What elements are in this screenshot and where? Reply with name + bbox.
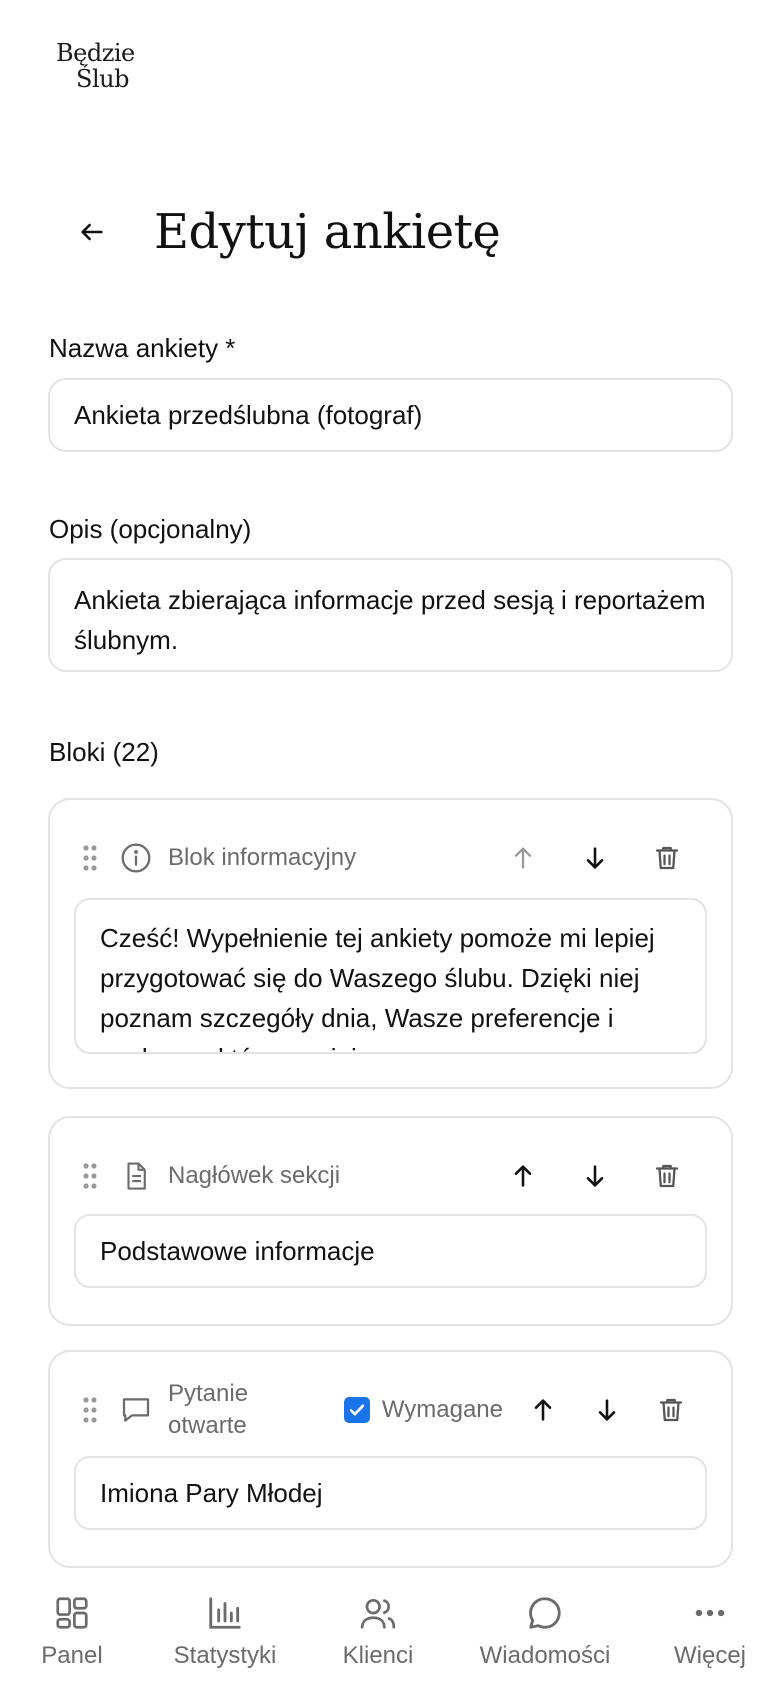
block-header: Blok informacyjny bbox=[78, 834, 703, 882]
nav-item-stats[interactable]: Statystyki bbox=[160, 1578, 290, 1670]
chat-bubble-icon bbox=[118, 1392, 154, 1428]
brand-logo-line1: Będzie bbox=[56, 39, 135, 67]
block-card-section-header: Nagłówek sekcji Podstawowe informacje bbox=[48, 1116, 733, 1326]
survey-description-label: Opis (opcjonalny) bbox=[49, 514, 252, 544]
survey-name-input[interactable]: Ankieta przedślubna (fotograf) bbox=[48, 378, 733, 452]
survey-name-label: Nazwa ankiety * bbox=[49, 333, 236, 363]
block-header: Pytanie otwarte Wymagane bbox=[78, 1378, 703, 1442]
nav-item-messages[interactable]: Wiadomości bbox=[466, 1578, 624, 1670]
drag-handle-icon[interactable] bbox=[78, 842, 102, 874]
move-down-button[interactable] bbox=[559, 834, 631, 882]
arrow-left-icon bbox=[81, 223, 103, 241]
nav-label-clients: Klienci bbox=[342, 1642, 414, 1669]
delete-block-button[interactable] bbox=[631, 1152, 703, 1200]
bar-chart-icon bbox=[206, 1578, 244, 1632]
message-icon bbox=[526, 1578, 564, 1632]
info-icon bbox=[118, 840, 154, 876]
move-up-button[interactable] bbox=[487, 834, 559, 882]
users-icon bbox=[358, 1578, 398, 1632]
move-up-button[interactable] bbox=[487, 1152, 559, 1200]
block-type-label: Blok informacyjny bbox=[168, 844, 357, 871]
drag-handle-icon[interactable] bbox=[78, 1394, 102, 1426]
delete-block-button[interactable] bbox=[631, 834, 703, 882]
block-type-label: Pytanie otwarte bbox=[168, 1380, 249, 1439]
grid-icon bbox=[53, 1578, 91, 1632]
arrow-up-icon bbox=[514, 847, 532, 869]
blocks-count-label: Bloki (22) bbox=[49, 737, 159, 767]
move-down-button[interactable] bbox=[575, 1386, 639, 1434]
more-icon bbox=[691, 1578, 729, 1632]
nav-label-more: Więcej bbox=[673, 1642, 746, 1669]
required-checkbox[interactable] bbox=[343, 1397, 370, 1423]
block-type-label: Nagłówek sekcji bbox=[168, 1162, 341, 1189]
required-label: Wymagane bbox=[381, 1396, 503, 1423]
move-down-button[interactable] bbox=[559, 1152, 631, 1200]
document-icon bbox=[118, 1158, 154, 1194]
block-header: Nagłówek sekcji bbox=[78, 1152, 703, 1200]
bottom-nav: Panel Statystyki Klienci Wiadomości Więc… bbox=[0, 1578, 780, 1688]
drag-handle-icon[interactable] bbox=[78, 1160, 102, 1192]
arrow-down-icon bbox=[586, 1165, 604, 1187]
arrow-down-icon bbox=[598, 1399, 616, 1421]
brand-logo-line2: Ślub bbox=[76, 65, 129, 93]
block-content-textarea[interactable]: Cześć! Wypełnienie tej ankiety pomoże mi… bbox=[74, 898, 707, 1054]
trash-icon bbox=[655, 846, 679, 870]
nav-label-stats: Statystyki bbox=[173, 1642, 277, 1669]
page-title: Edytuj ankietę bbox=[154, 204, 501, 260]
nav-label-panel: Panel bbox=[41, 1642, 103, 1669]
trash-icon bbox=[655, 1164, 679, 1188]
delete-block-button[interactable] bbox=[639, 1386, 703, 1434]
survey-description-input[interactable]: Ankieta zbierająca informacje przed sesj… bbox=[48, 558, 733, 672]
page-header: Edytuj ankietę bbox=[72, 192, 501, 272]
checkmark-icon bbox=[349, 1404, 364, 1416]
block-card-info: Blok informacyjny Cześć! Wypełnienie tej… bbox=[48, 798, 733, 1089]
required-toggle[interactable]: Wymagane bbox=[343, 1396, 503, 1424]
trash-icon bbox=[659, 1398, 683, 1422]
back-button[interactable] bbox=[72, 212, 112, 252]
question-text-input[interactable]: Imiona Pary Młodej bbox=[74, 1456, 707, 1530]
block-card-open-question: Pytanie otwarte Wymagane Imiona Pary Mło… bbox=[48, 1350, 733, 1568]
arrow-up-icon bbox=[514, 1165, 532, 1187]
arrow-down-icon bbox=[586, 847, 604, 869]
section-header-input[interactable]: Podstawowe informacje bbox=[74, 1214, 707, 1288]
move-up-button[interactable] bbox=[511, 1386, 575, 1434]
arrow-up-icon bbox=[534, 1399, 552, 1421]
brand-logo: Będzie Ślub bbox=[56, 40, 146, 92]
nav-item-panel[interactable]: Panel bbox=[20, 1578, 124, 1670]
nav-item-clients[interactable]: Klienci bbox=[326, 1578, 430, 1670]
nav-item-more[interactable]: Więcej bbox=[660, 1578, 760, 1670]
nav-label-messages: Wiadomości bbox=[479, 1642, 611, 1669]
